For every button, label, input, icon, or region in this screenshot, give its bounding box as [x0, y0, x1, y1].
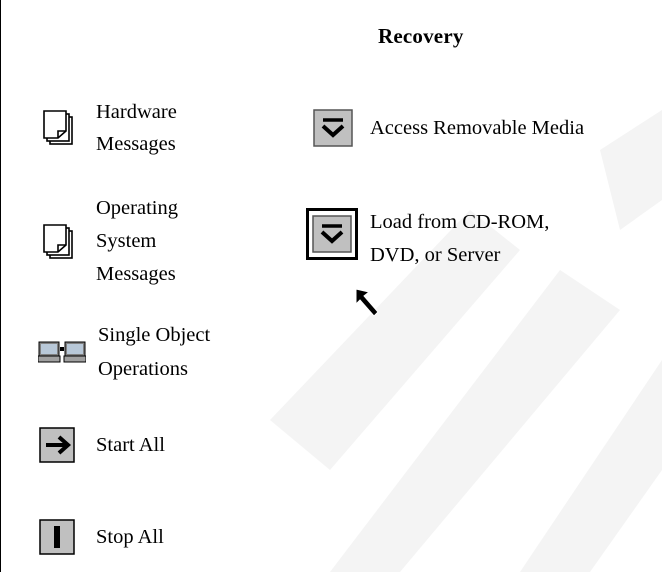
start-all-button[interactable]: Start All: [38, 426, 165, 464]
stop-bar-icon: [38, 518, 76, 556]
arrow-right-icon: [38, 426, 76, 464]
terminals-icon: [38, 337, 86, 367]
document-stack-icon: [38, 106, 80, 150]
page-title: Recovery: [378, 24, 464, 48]
single-object-operations-label: Single Object Operations: [98, 324, 211, 380]
expand-down-icon: [312, 108, 354, 148]
operating-system-messages-label: Operating System Messages: [96, 197, 178, 285]
operating-system-messages-link[interactable]: Operating System Messages: [38, 192, 178, 291]
load-from-cd-rom-link[interactable]: Load from CD-ROM, DVD, or Server: [306, 206, 549, 272]
access-removable-media-label: Access Removable Media: [370, 117, 585, 139]
hardware-messages-label: Hardware Messages: [96, 101, 177, 155]
access-removable-media-link[interactable]: Access Removable Media: [312, 108, 584, 148]
expand-down-icon: [306, 208, 358, 260]
stop-all-button[interactable]: Stop All: [38, 518, 164, 556]
single-object-operations-link[interactable]: Single Object Operations: [38, 318, 210, 386]
mouse-pointer-icon: [355, 288, 379, 317]
load-from-cd-rom-label: Load from CD-ROM, DVD, or Server: [370, 211, 550, 266]
document-stack-icon: [38, 220, 80, 264]
stop-all-label: Stop All: [96, 526, 164, 548]
hardware-messages-link[interactable]: Hardware Messages: [38, 96, 177, 160]
start-all-label: Start All: [96, 434, 165, 456]
